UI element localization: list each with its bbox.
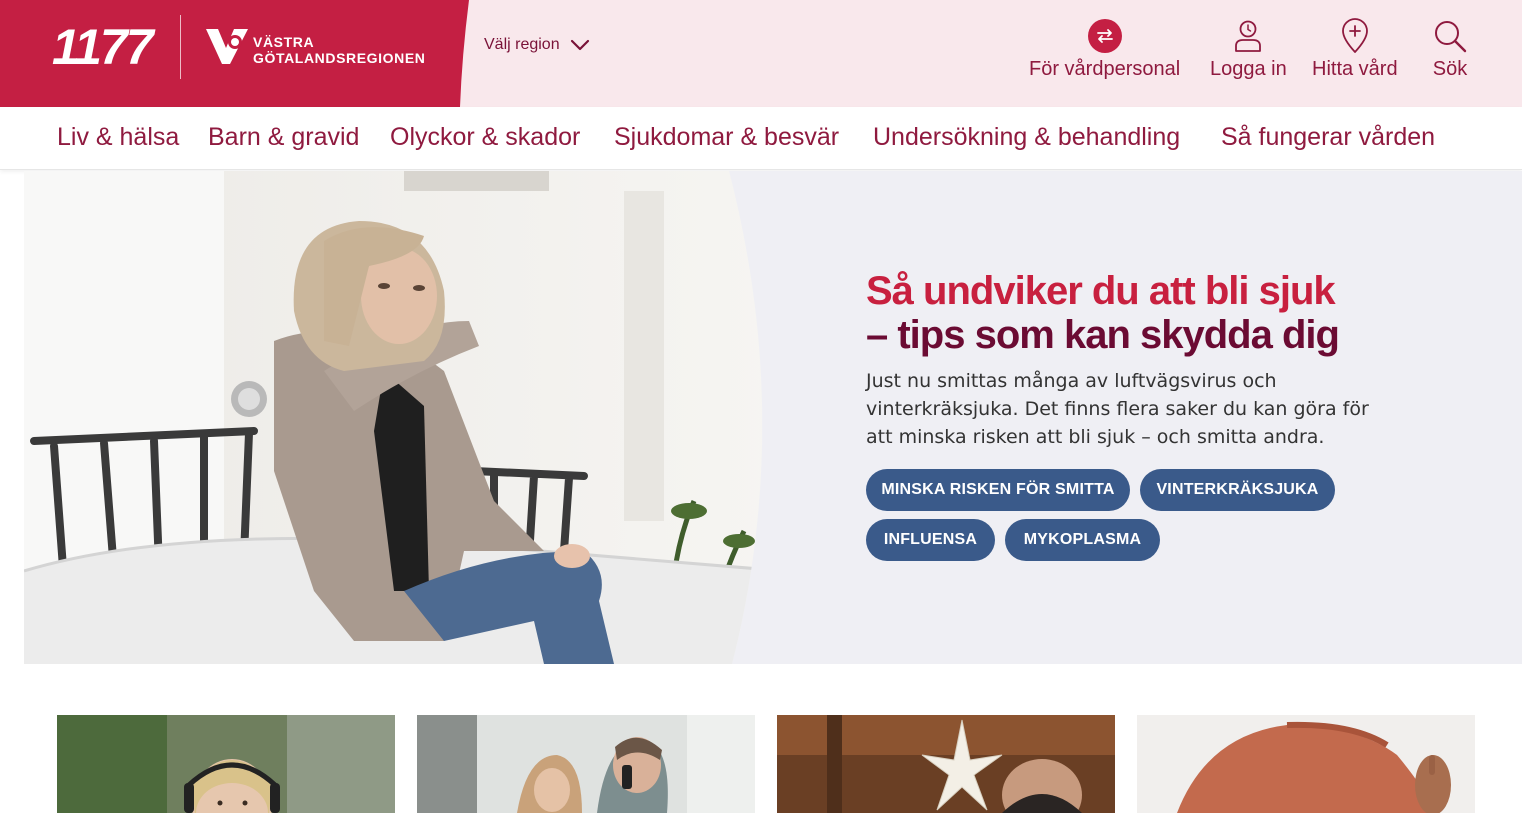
swap-arrows-icon: [1087, 19, 1122, 53]
hero-title: Så undviker du att bli sjuk – tips som k…: [866, 269, 1386, 357]
card-image-vaccination-arm: [1137, 715, 1475, 813]
card-image-woman-headset: [57, 715, 395, 813]
nav-item-liv-halsa[interactable]: Liv & hälsa: [57, 123, 179, 152]
vgr-emblem-icon: [206, 29, 248, 64]
region-org-name: VÄSTRA GÖTALANDSREGIONEN: [253, 34, 426, 66]
region-org-line1: VÄSTRA: [253, 34, 315, 50]
nav-item-undersokning[interactable]: Undersökning & behandling: [873, 123, 1180, 152]
reduce-infection-risk-button[interactable]: MINSKA RISKEN FÖR SMITTA: [866, 469, 1130, 511]
content-card-4[interactable]: [1137, 715, 1475, 813]
hero-title-line2: – tips som kan skydda dig: [866, 313, 1340, 357]
top-header: 1177 VÄSTRA GÖTALANDSREGIONEN Välj regio…: [0, 0, 1522, 107]
card-image-star-lamp: [777, 715, 1115, 813]
map-pin-plus-icon: [1341, 18, 1368, 53]
search-icon: [1435, 21, 1467, 53]
find-care-label: Hitta vård: [1312, 58, 1398, 80]
nav-item-barn-gravid[interactable]: Barn & gravid: [208, 123, 359, 152]
hero-photo-woman-coughing: [24, 171, 763, 664]
content-card-1[interactable]: [57, 715, 395, 813]
user-icon: [1235, 20, 1262, 52]
brand-logo-block[interactable]: 1177 VÄSTRA GÖTALANDSREGIONEN: [0, 0, 469, 107]
region-org-line2: GÖTALANDSREGIONEN: [253, 50, 426, 66]
nav-item-olyckor-skador[interactable]: Olyckor & skador: [390, 123, 580, 152]
region-selector-label: Välj region: [484, 36, 560, 53]
influenza-button[interactable]: INFLUENSA: [866, 519, 995, 561]
for-healthcare-staff-link[interactable]: För vårdpersonal: [1029, 18, 1180, 81]
mycoplasma-button[interactable]: MYKOPLASMA: [1005, 519, 1160, 561]
hero-title-line1: Så undviker du att bli sjuk: [866, 269, 1336, 313]
card-image-couple-phone: [417, 715, 755, 813]
content-card-3[interactable]: [777, 715, 1115, 813]
login-label: Logga in: [1210, 58, 1287, 80]
logo-1177: 1177: [52, 19, 154, 75]
search-link[interactable]: Sök: [1432, 18, 1468, 81]
logo-divider: [180, 15, 181, 79]
nav-item-sjukdomar-besvar[interactable]: Sjukdomar & besvär: [614, 123, 839, 152]
winter-vomiting-button[interactable]: VINTERKRÄKSJUKA: [1140, 469, 1335, 511]
for-healthcare-staff-label: För vårdpersonal: [1029, 58, 1181, 80]
region-selector[interactable]: Välj region: [484, 36, 590, 54]
nav-item-sa-fungerar-varden[interactable]: Så fungerar vården: [1221, 123, 1435, 152]
find-care-link[interactable]: Hitta vård: [1312, 18, 1398, 81]
hero-banner: Så undviker du att bli sjuk – tips som k…: [24, 171, 1522, 664]
hero-body-text: Just nu smittas många av luftvägsvirus o…: [866, 370, 1369, 448]
chevron-down-icon: [570, 39, 589, 51]
content-card-2[interactable]: [417, 715, 755, 813]
search-label: Sök: [1432, 58, 1468, 80]
main-navigation: Liv & hälsa Barn & gravid Olyckor & skad…: [0, 107, 1522, 170]
login-link[interactable]: Logga in: [1210, 18, 1287, 81]
